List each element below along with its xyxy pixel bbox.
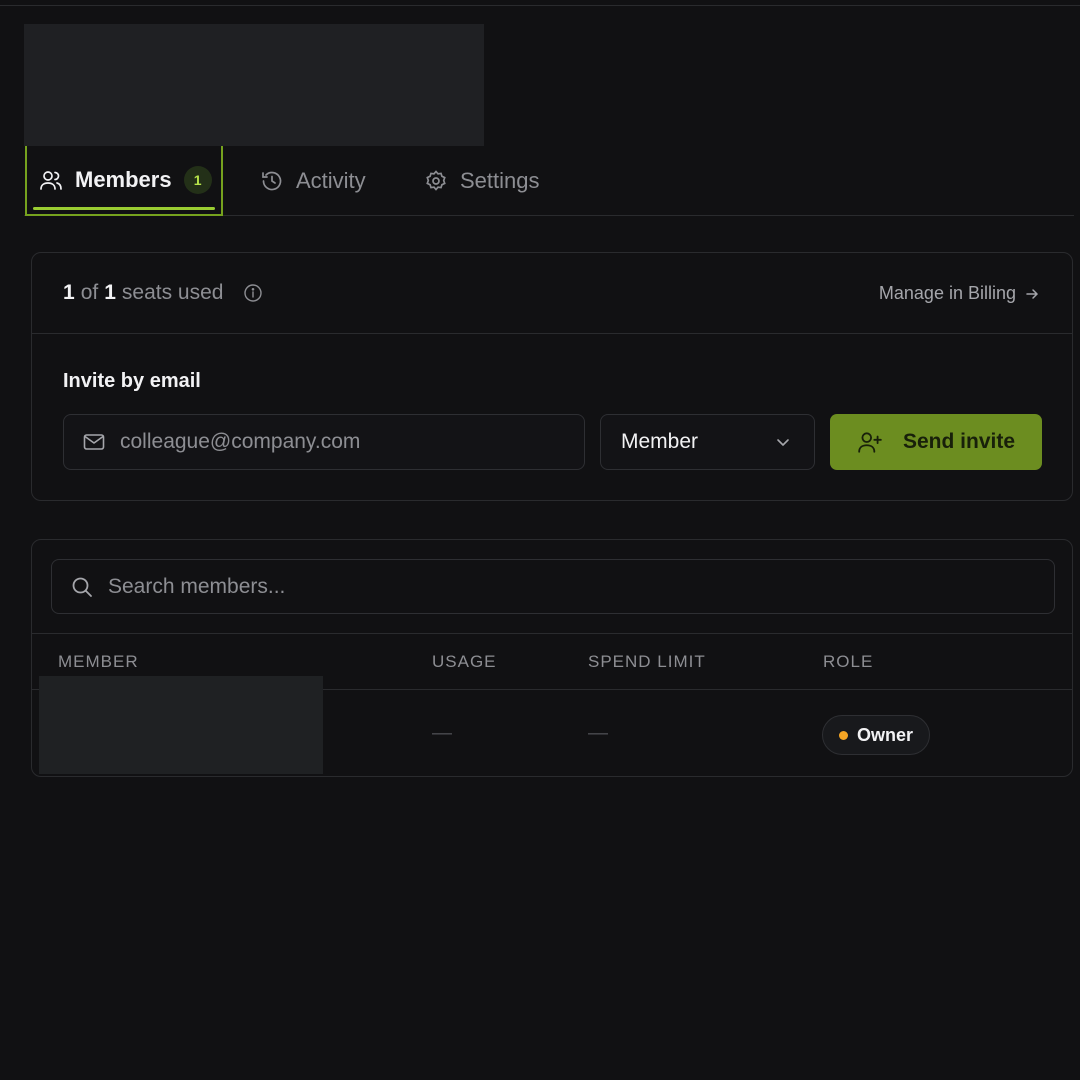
column-header-spend-limit[interactable]: SPEND LIMIT: [588, 652, 706, 672]
role-select-value: Member: [621, 430, 699, 453]
send-invite-button[interactable]: Send invite: [830, 414, 1042, 470]
column-header-usage[interactable]: USAGE: [432, 652, 497, 672]
members-count-badge: 1: [183, 166, 212, 194]
redacted-member-cell: [39, 676, 323, 774]
info-icon[interactable]: [243, 283, 263, 303]
tab-activity-label: Activity: [296, 168, 366, 193]
users-icon: [40, 171, 62, 190]
seats-used-text: 1 of 1 seats used: [63, 281, 263, 305]
email-field[interactable]: [63, 414, 585, 470]
seats-of-label: of: [80, 281, 99, 304]
column-header-role[interactable]: ROLE: [823, 652, 873, 672]
history-icon: [262, 171, 282, 191]
seats-total-count: 1: [104, 281, 116, 304]
tab-settings[interactable]: Settings: [424, 146, 540, 216]
redacted-header-region: [24, 24, 484, 146]
invite-card: 1 of 1 seats used Manage in Billing Invi…: [31, 252, 1073, 501]
tab-members[interactable]: Members 1: [25, 146, 223, 216]
invite-section-title: Invite by email: [63, 370, 201, 392]
search-field[interactable]: [51, 559, 1055, 614]
spend-limit-cell: —: [588, 722, 608, 744]
arrow-right-icon: [1026, 288, 1039, 299]
email-input[interactable]: [120, 430, 540, 454]
chevron-down-icon: [777, 439, 789, 446]
active-tab-indicator: [33, 207, 215, 210]
seats-suffix-label: seats used: [121, 281, 224, 304]
search-icon: [72, 577, 92, 597]
search-input[interactable]: [108, 574, 1008, 599]
table-row[interactable]: — — Owner: [32, 676, 1072, 778]
gear-icon: [426, 170, 446, 191]
top-divider: [0, 0, 1080, 6]
send-invite-label: Send invite: [902, 430, 1016, 453]
members-table-card: MEMBER USAGE SPEND LIMIT ROLE — — Owner: [31, 539, 1073, 777]
mail-icon: [83, 434, 105, 450]
usage-cell: —: [432, 722, 452, 744]
seats-summary-row: 1 of 1 seats used Manage in Billing: [32, 253, 1072, 334]
seats-used-count: 1: [63, 281, 75, 304]
tab-settings-label: Settings: [460, 168, 540, 193]
manage-billing-link[interactable]: Manage in Billing: [879, 283, 1040, 304]
manage-billing-label: Manage in Billing: [878, 283, 1016, 303]
tab-activity[interactable]: Activity: [260, 146, 366, 216]
column-header-member[interactable]: MEMBER: [58, 652, 139, 672]
role-select[interactable]: Member: [600, 414, 815, 470]
user-plus-icon: [858, 432, 882, 453]
role-label: Owner: [857, 724, 914, 745]
tab-bar: Members 1 Activity Settings: [24, 146, 1074, 216]
role-status-dot: [839, 730, 848, 740]
role-badge: Owner: [822, 715, 931, 755]
tab-members-label: Members: [75, 167, 172, 192]
